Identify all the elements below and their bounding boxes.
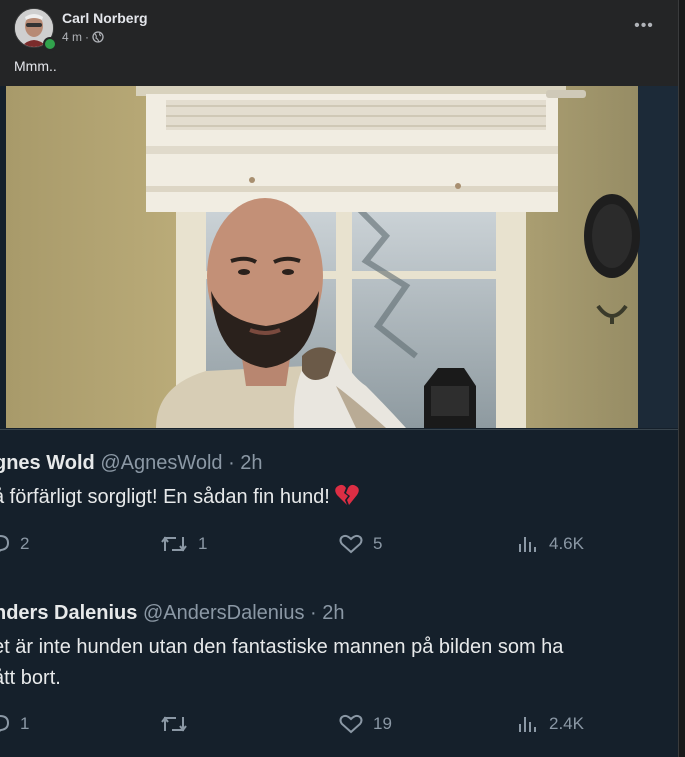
- retweet-icon: [161, 716, 187, 732]
- reply-button[interactable]: 1: [0, 714, 29, 734]
- views-count: 4.6K: [549, 534, 584, 553]
- retweet-icon: [161, 536, 187, 552]
- like-icon: [339, 534, 363, 554]
- broken-heart-icon: [334, 484, 360, 506]
- reply-count: 2: [20, 534, 30, 553]
- online-status-dot: [43, 37, 57, 51]
- post-text: Mmm..: [14, 58, 57, 74]
- tweet-author-name: gnes Wold: [0, 452, 95, 474]
- tweet-text-line: ått bort.: [0, 667, 61, 689]
- tweet-time: · 2h: [228, 452, 263, 474]
- views-icon: [519, 537, 536, 552]
- tweet-text: et är inte hunden utan den fantastiske m…: [0, 632, 563, 694]
- reply-button[interactable]: 2: [0, 534, 29, 554]
- views-button[interactable]: 2.4K: [517, 714, 584, 734]
- retweet-button[interactable]: [160, 714, 198, 734]
- views-count: 2.4K: [549, 714, 584, 733]
- tweet-text-line: et är inte hunden utan den fantastiske m…: [0, 636, 564, 658]
- reply-count: 1: [20, 714, 30, 733]
- tweet-text-line: å förfärligt sorgligt! En sådan fin hund…: [0, 486, 330, 508]
- views-icon: [519, 717, 536, 732]
- meta-separator: ·: [85, 30, 90, 44]
- tweet-time: · 2h: [310, 602, 345, 624]
- tweet-actions: 2 1 5 4.6K: [0, 534, 678, 564]
- tweet-header: nders Dalenius @AndersDalenius · 2h: [0, 602, 344, 625]
- tweet-handle: @AndersDalenius: [142, 602, 305, 624]
- like-button[interactable]: 5: [339, 534, 382, 554]
- facebook-post: Carl Norberg 4 m · ••• Mmm.. gnes Wold @…: [0, 0, 679, 757]
- retweet-count: 1: [198, 534, 208, 553]
- like-count: 19: [373, 714, 392, 733]
- tweet-handle: @AgnesWold: [100, 452, 223, 474]
- tweet-text: å förfärligt sorgligt! En sådan fin hund…: [0, 482, 360, 513]
- post-image[interactable]: gnes Wold @AgnesWold · 2h å förfärligt s…: [0, 86, 678, 757]
- embedded-photo: [6, 86, 678, 428]
- tweet-screenshot: gnes Wold @AgnesWold · 2h å förfärligt s…: [0, 429, 678, 757]
- like-count: 5: [373, 534, 383, 553]
- author-name[interactable]: Carl Norberg: [62, 10, 148, 26]
- more-options-button[interactable]: •••: [628, 10, 660, 42]
- retweet-button[interactable]: 1: [160, 534, 207, 554]
- like-icon: [339, 714, 363, 734]
- tweet-author-name: nders Dalenius: [0, 602, 138, 624]
- globe-icon[interactable]: [92, 31, 104, 43]
- tweet-header: gnes Wold @AgnesWold · 2h: [0, 452, 263, 475]
- reply-icon: [0, 714, 10, 732]
- post-time[interactable]: 4 m: [62, 30, 82, 44]
- post-meta: 4 m ·: [62, 30, 104, 44]
- views-button[interactable]: 4.6K: [517, 534, 584, 554]
- tweet-actions: 1 19 2.4K: [0, 714, 678, 744]
- reply-icon: [0, 534, 10, 552]
- like-button[interactable]: 19: [339, 714, 392, 734]
